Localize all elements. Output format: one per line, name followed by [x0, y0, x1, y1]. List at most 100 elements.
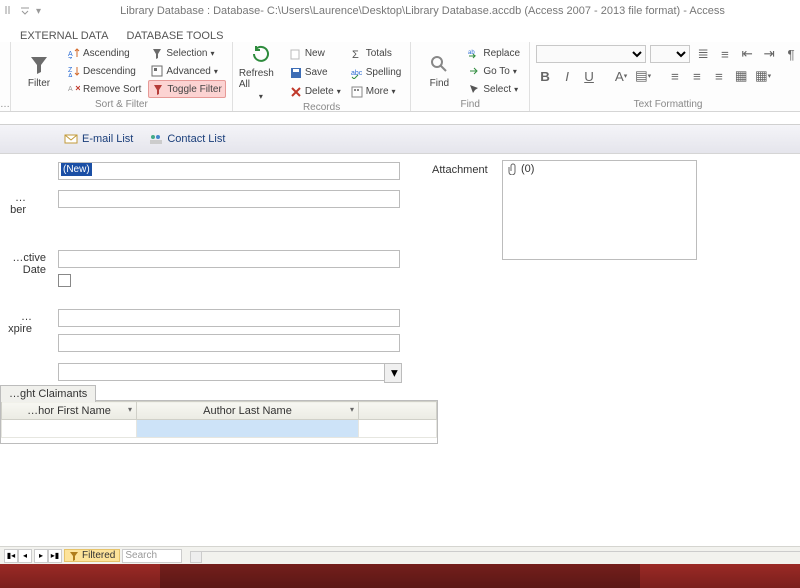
select[interactable]: Select▾	[465, 80, 523, 98]
col-blank[interactable]	[359, 402, 437, 420]
sort-desc-icon: ZA	[68, 65, 80, 77]
email-list-link[interactable]: E-mail List	[64, 133, 133, 145]
email-icon	[64, 133, 78, 145]
find-button[interactable]: Find	[417, 44, 461, 98]
select-icon	[468, 83, 480, 95]
filtered-indicator[interactable]: Filtered	[64, 549, 120, 562]
group-text-formatting: ≣ ≡ ⇤ ⇥ ¶ B I U A▾ ▤▾ ≡ ≡ ≡ ▦ ▦▾ Text Fo	[530, 42, 800, 111]
font-color-button[interactable]: A▾	[612, 67, 630, 85]
subform-tab[interactable]: …ght Claimants	[0, 385, 96, 402]
font-family-select[interactable]	[536, 45, 646, 63]
record-search-box[interactable]: Search	[122, 549, 182, 563]
toggle-filter[interactable]: Toggle Filter	[148, 80, 225, 98]
indent-right-button[interactable]: ⇥	[760, 45, 778, 63]
italic-button[interactable]: I	[558, 67, 576, 85]
delete-record[interactable]: Delete▾	[287, 83, 344, 101]
group-sort-filter: Filter AZ Ascending ZA Descending A Remo…	[11, 42, 233, 111]
nav-first-button[interactable]: ▮◂	[4, 549, 18, 563]
new-record[interactable]: New	[287, 45, 344, 63]
totals[interactable]: Σ Totals	[348, 45, 405, 63]
group-label-cut: …	[0, 98, 10, 111]
toggle-filter-icon	[152, 83, 164, 95]
sort-asc-icon: AZ	[68, 47, 80, 59]
replace[interactable]: ab Replace	[465, 44, 523, 62]
sort-descending[interactable]: ZA Descending	[65, 62, 144, 80]
align-left-button[interactable]: ≡	[666, 67, 684, 85]
selection-icon	[151, 47, 163, 59]
refresh-icon	[251, 44, 271, 66]
refresh-all-button[interactable]: Refresh All▾	[239, 44, 283, 101]
col-author-last[interactable]: Author Last Name▾	[137, 402, 359, 420]
more-icon	[351, 86, 363, 98]
nav-prev-button[interactable]: ◂	[18, 549, 32, 563]
group-find: Find ab Replace Go To▾ Select▾ Find	[411, 42, 530, 111]
number-field[interactable]	[58, 190, 400, 208]
goto[interactable]: Go To▾	[465, 62, 523, 80]
remove-sort-icon: A	[68, 83, 80, 95]
field-extra[interactable]	[58, 334, 400, 352]
save-icon	[290, 67, 302, 79]
horizontal-scrollbar[interactable]	[190, 551, 800, 561]
svg-text:A: A	[68, 73, 73, 77]
svg-text:Z: Z	[68, 57, 73, 59]
group-records: Refresh All▾ New Save Delete▾ Σ	[233, 42, 412, 111]
filter-button[interactable]: Filter	[17, 44, 61, 98]
find-icon	[429, 54, 449, 76]
combo-input[interactable]	[58, 363, 384, 381]
ribbon: … Filter AZ Ascending ZA Descending A Re…	[0, 42, 800, 112]
nav-next-button[interactable]: ▸	[34, 549, 48, 563]
id-field[interactable]: (New)	[58, 162, 400, 180]
underline-button[interactable]: U	[580, 67, 598, 85]
remove-sort[interactable]: A Remove Sort	[65, 80, 144, 98]
taskbar-strip	[0, 564, 800, 588]
number-label: …ber	[0, 192, 30, 216]
qat-separator-icon	[4, 5, 14, 18]
form-detail: (New) …ber …ctive Date …xpire ▾ Attachme…	[0, 154, 800, 534]
advanced-icon	[151, 65, 163, 77]
qat-dropdown-icon[interactable]	[20, 5, 30, 18]
bullets-button[interactable]: ≣	[694, 45, 712, 63]
table-row[interactable]	[2, 420, 437, 438]
ltr-button[interactable]: ¶	[782, 45, 800, 63]
bold-button[interactable]: B	[536, 67, 554, 85]
record-navigator: ▮◂ ◂ ▸ ▸▮ Filtered Search	[0, 546, 800, 564]
nav-last-button[interactable]: ▸▮	[48, 549, 62, 563]
save-record[interactable]: Save	[287, 64, 344, 82]
qat-overflow[interactable]: ▾	[36, 6, 41, 17]
highlight-button[interactable]: ▤▾	[634, 67, 652, 85]
attachment-value: (0)	[503, 161, 696, 177]
advanced-dropdown[interactable]: Advanced▾	[148, 62, 225, 80]
combo-field[interactable]: ▾	[58, 363, 402, 383]
tab-external-data[interactable]: EXTERNAL DATA	[20, 30, 108, 42]
effective-date-label: …ctive Date	[0, 252, 50, 276]
expire-field[interactable]	[58, 309, 400, 327]
title-bar: ▾ Library Database : Database- C:\Users\…	[0, 0, 800, 22]
contact-list-link[interactable]: Contact List	[149, 133, 225, 145]
subform-datasheet[interactable]: …hor First Name▾ Author Last Name▾	[0, 400, 438, 444]
attachment-box[interactable]: (0)	[502, 160, 697, 260]
checkbox-field[interactable]	[58, 274, 71, 287]
tab-database-tools[interactable]: DATABASE TOOLS	[126, 30, 223, 42]
window-title: Library Database : Database- C:\Users\La…	[45, 5, 800, 17]
quick-access-toolbar: ▾	[0, 5, 45, 18]
col-author-first[interactable]: …hor First Name▾	[2, 402, 137, 420]
sort-ascending[interactable]: AZ Ascending	[65, 44, 144, 62]
alt-row-button[interactable]: ▦▾	[754, 67, 772, 85]
gridlines-button[interactable]: ▦	[732, 67, 750, 85]
more-records[interactable]: More▾	[348, 83, 405, 101]
align-right-button[interactable]: ≡	[710, 67, 728, 85]
combo-dropdown-button[interactable]: ▾	[384, 363, 402, 383]
selection-dropdown[interactable]: Selection▾	[148, 44, 225, 62]
align-center-button[interactable]: ≡	[688, 67, 706, 85]
numbering-button[interactable]: ≡	[716, 45, 734, 63]
filter-icon	[69, 551, 79, 561]
effective-date-field[interactable]	[58, 250, 400, 268]
chevron-down-icon[interactable]: ▾	[128, 405, 132, 414]
spelling[interactable]: abc Spelling	[348, 64, 405, 82]
group-label-records: Records	[239, 101, 405, 114]
goto-icon	[468, 65, 480, 77]
indent-left-button[interactable]: ⇤	[738, 45, 756, 63]
font-size-select[interactable]	[650, 45, 690, 63]
chevron-down-icon[interactable]: ▾	[350, 405, 354, 414]
spelling-icon: abc	[351, 67, 363, 79]
